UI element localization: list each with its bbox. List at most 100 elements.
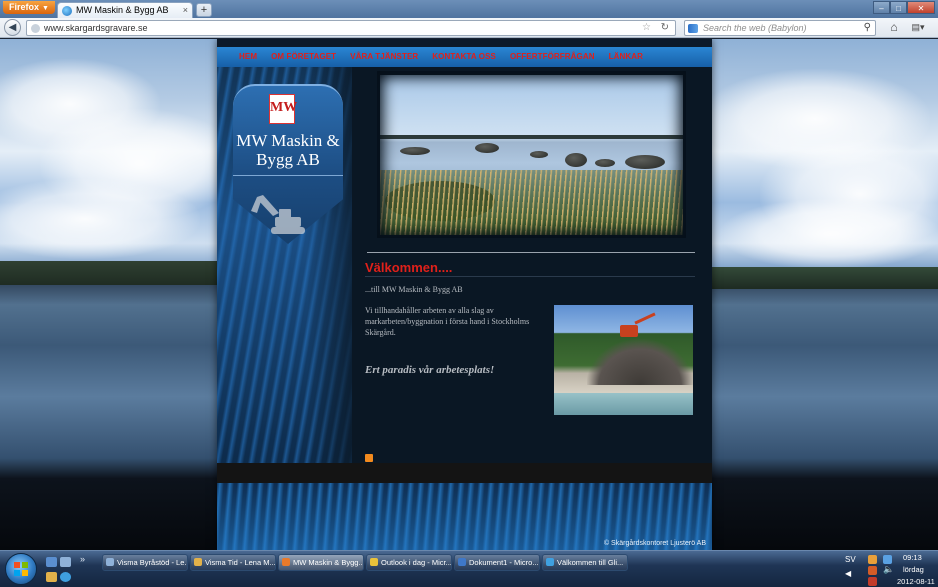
taskbar-item-label: MW Maskin & Bygg... (293, 558, 364, 567)
search-engine-icon[interactable] (688, 24, 698, 33)
content-divider (367, 252, 695, 253)
windows-logo-icon (14, 562, 28, 576)
nav-link-lankar[interactable]: LÄNKAR (609, 47, 643, 67)
hero-rock (530, 151, 548, 158)
show-hidden-icons[interactable]: ◀ (845, 569, 851, 578)
hero-rock (565, 153, 587, 167)
tray-app-icon[interactable] (868, 555, 877, 564)
taskbar-item-active[interactable]: MW Maskin & Bygg... (278, 554, 364, 571)
close-window-button[interactable]: ✕ (907, 1, 935, 14)
background-shoreline (0, 261, 220, 285)
tray-app-icon[interactable] (868, 577, 877, 586)
excavator-body (620, 325, 638, 337)
page-subtitle: ...till MW Maskin & Bygg AB (365, 285, 463, 294)
taskbar-item[interactable]: Välkommen till Gli... (542, 554, 628, 571)
taskbar-item[interactable]: Visma Tid - Lena M... (190, 554, 276, 571)
task-app-icon (194, 558, 202, 566)
language-indicator[interactable]: SV (845, 555, 856, 564)
taskbar-item-label: Visma Byråstöd - Le... (117, 558, 188, 567)
gravel-pile (587, 339, 693, 385)
site-footer: © Skärgårdskontoret Ljusterö AB (217, 483, 712, 550)
hero-image (380, 75, 683, 235)
tab-close-icon[interactable]: × (183, 3, 188, 18)
reload-icon[interactable]: ↻ (661, 21, 669, 35)
minimize-button[interactable]: – (873, 1, 890, 14)
logo-mark: MW (270, 100, 298, 115)
logo-divider (233, 175, 343, 176)
taskbar-item-label: Outlook i dag - Micr... (381, 558, 452, 567)
taskbar-item[interactable]: Visma Byråstöd - Le... (102, 554, 188, 571)
photo-water (554, 393, 693, 415)
nav-link-offertforfragan[interactable]: OFFERTFÖRFRÅGAN (510, 47, 595, 67)
nav-link-vara-tjanster[interactable]: VÅRA TJÄNSTER (350, 47, 418, 67)
nav-link-hem[interactable]: HEM (239, 47, 257, 67)
page-title: Välkommen.... (365, 260, 453, 275)
task-app-icon (106, 558, 114, 566)
search-bar[interactable]: Search the web (Babylon) ⚲ (684, 20, 876, 36)
browser-tab[interactable]: MW Maskin & Bygg AB × (57, 2, 193, 18)
website-container: HEM OM FÖRETAGET VÅRA TJÄNSTER KONTAKTA … (217, 39, 712, 550)
site-bottom-bar (217, 463, 712, 483)
hero-reeds (380, 170, 683, 235)
page-viewport: HEM OM FÖRETAGET VÅRA TJÄNSTER KONTAKTA … (0, 39, 938, 550)
search-icon[interactable]: ⚲ (864, 21, 871, 35)
background-shoreline (712, 267, 938, 289)
clock-day[interactable]: lördag (903, 565, 924, 574)
bookmark-star-icon[interactable]: ☆ (642, 21, 651, 35)
search-placeholder: Search the web (Babylon) (703, 23, 807, 33)
quicklaunch-more-icon[interactable]: » (80, 554, 85, 564)
slogan: Ert paradis vår arbetesplats! (365, 364, 495, 376)
url-text: www.skargardsgravare.se (44, 23, 148, 33)
clock-date[interactable]: 2012-08-11 (897, 577, 935, 586)
new-tab-button[interactable]: + (196, 3, 212, 17)
nav-link-om-foretaget[interactable]: OM FÖRETAGET (271, 47, 336, 67)
excavator-icon (251, 195, 305, 234)
background-cloud (720, 199, 938, 269)
rss-icon[interactable] (365, 454, 373, 462)
browser-titlebar: Firefox ▼ MW Maskin & Bygg AB × + – □ ✕ (0, 0, 938, 18)
window-controls: – □ ✕ (873, 1, 935, 14)
taskbar-item[interactable]: Outlook i dag - Micr... (366, 554, 452, 571)
site-favicon-icon (62, 6, 72, 16)
clock-time[interactable]: 09:13 (903, 553, 922, 562)
toolbar-menu-button[interactable]: ▤▾ (907, 20, 929, 34)
home-icon: ⌂ (890, 20, 898, 34)
taskbar-item[interactable]: Dokument1 - Micro... (454, 554, 540, 571)
volume-icon[interactable]: 🔈 (883, 564, 894, 575)
tray-app-icon[interactable] (868, 566, 877, 575)
taskbar-item-label: Visma Tid - Lena M... (205, 558, 276, 567)
back-arrow-icon: ◀ (8, 22, 17, 33)
background-cloud (0, 179, 200, 259)
site-navigation: HEM OM FÖRETAGET VÅRA TJÄNSTER KONTAKTA … (217, 47, 712, 67)
windows-taskbar: » Visma Byråstöd - Le... Visma Tid - Len… (0, 550, 938, 587)
switch-windows-icon[interactable] (60, 557, 71, 567)
show-desktop-icon[interactable] (46, 557, 57, 567)
internet-explorer-icon[interactable] (60, 572, 71, 582)
hero-rock (625, 155, 665, 169)
tab-title: MW Maskin & Bygg AB (76, 5, 169, 15)
home-button[interactable]: ⌂ (886, 19, 902, 35)
company-logo[interactable]: MW (269, 94, 298, 124)
taskbar-item-label: Välkommen till Gli... (557, 558, 624, 567)
company-name: MW Maskin & Bygg AB (236, 131, 340, 169)
intro-text: Vi tillhandahåller arbeten av alla slag … (365, 306, 530, 337)
firefox-menu-label: Firefox (9, 2, 40, 12)
dropdown-arrow-icon: ▼ (42, 5, 49, 12)
firefox-icon (282, 558, 290, 566)
internet-explorer-icon (546, 558, 554, 566)
construction-photo (554, 305, 693, 415)
word-icon (458, 558, 466, 566)
nav-link-kontakta-oss[interactable]: KONTAKTA OSS (432, 47, 496, 67)
folder-icon[interactable] (46, 572, 57, 582)
hero-horizon (380, 135, 683, 139)
taskbar-item-label: Dokument1 - Micro... (469, 558, 539, 567)
back-button[interactable]: ◀ (4, 19, 21, 36)
url-bar[interactable]: www.skargardsgravare.se ☆ ↻ (26, 20, 676, 36)
network-icon[interactable] (883, 555, 892, 564)
firefox-menu-button[interactable]: Firefox ▼ (3, 1, 55, 14)
browser-navbar: ◀ www.skargardsgravare.se ☆ ↻ Search the… (0, 18, 938, 38)
copyright-text: © Skärgårdskontoret Ljusterö AB (603, 540, 706, 547)
hero-rock (595, 159, 615, 167)
site-identity-icon[interactable] (31, 24, 40, 33)
maximize-button[interactable]: □ (890, 1, 907, 14)
